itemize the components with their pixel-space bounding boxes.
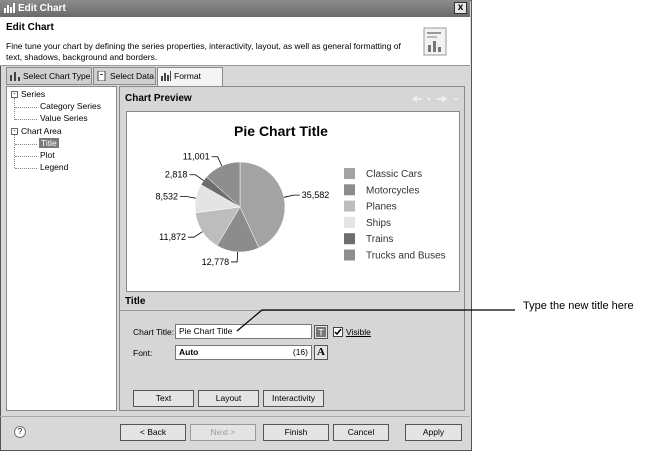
tab-label: Select Data — [110, 71, 154, 81]
data-label: 35,582 — [302, 190, 330, 200]
tree-item-legend[interactable]: Legend — [40, 162, 68, 172]
chart-preview-heading: Chart Preview — [125, 93, 192, 104]
layout-button[interactable]: Layout — [198, 390, 259, 407]
data-label: 11,872 — [159, 232, 186, 242]
tab-label: Select Chart Type — [23, 71, 91, 81]
tree-connector — [15, 107, 37, 108]
tab-select-data[interactable]: Select Data — [93, 67, 156, 85]
font-name: Auto — [179, 347, 199, 357]
tree-item-plot[interactable]: Plot — [40, 150, 55, 160]
leader-line — [231, 251, 239, 263]
data-label: 8,532 — [156, 191, 179, 201]
legend-entry: Trains — [366, 234, 393, 245]
leader-line — [180, 195, 196, 199]
collapse-icon[interactable]: - — [11, 91, 18, 98]
tab-select-chart-type[interactable]: Select Chart Type — [6, 67, 92, 85]
text-button[interactable]: Text — [133, 390, 194, 407]
tree-connector — [14, 135, 15, 168]
tree-item-title-label: Title — [39, 138, 59, 148]
tree-item-value-series[interactable]: Value Series — [40, 113, 88, 123]
font-button[interactable]: A — [314, 345, 328, 360]
legend-swatch — [344, 184, 355, 196]
tree-connector — [15, 144, 37, 145]
legend-swatch — [344, 233, 355, 245]
visible-checkbox[interactable] — [333, 327, 343, 337]
svg-text:T: T — [317, 329, 324, 339]
window-title: Edit Chart — [18, 3, 66, 14]
data-label: 11,001 — [183, 152, 210, 162]
format-tree[interactable]: - Series Category Series Value Series - … — [6, 86, 117, 411]
legend-entry: Classic Cars — [366, 169, 422, 180]
leader-line — [188, 231, 203, 238]
collapse-icon[interactable]: - — [11, 128, 18, 135]
close-button[interactable]: x — [454, 2, 467, 14]
tab-format-chart[interactable]: Format Chart — [157, 67, 223, 97]
tree-item-chart-area[interactable]: Chart Area — [21, 126, 62, 136]
tree-item-category-series[interactable]: Category Series — [40, 101, 101, 111]
next-button[interactable]: Next > — [190, 424, 256, 441]
forward-arrow-icon — [437, 95, 447, 103]
tree-connector — [15, 119, 37, 120]
tree-item-title[interactable]: Title — [39, 138, 59, 148]
format-chart-icon — [161, 71, 171, 81]
title-bar[interactable]: Edit Chart x — [0, 0, 470, 17]
legend-entry: Motorcycles — [366, 185, 419, 196]
dialog-header: Edit Chart Fine tune your chart by defin… — [0, 17, 470, 66]
data-label: 2,818 — [165, 170, 188, 180]
chart-type-icon — [10, 72, 20, 81]
leader-line — [211, 156, 223, 167]
interactivity-button[interactable]: Interactivity — [263, 390, 324, 407]
apply-button[interactable]: Apply — [405, 424, 462, 441]
tree-item-series[interactable]: Series — [21, 89, 45, 99]
header-description: Fine tune your chart by defining the ser… — [6, 41, 401, 62]
font-size: (16) — [292, 347, 308, 357]
data-icon — [97, 71, 106, 81]
divider — [120, 310, 464, 311]
title-expression-button[interactable]: T — [314, 325, 328, 339]
header-title: Edit Chart — [6, 22, 54, 33]
font-field[interactable]: Auto (16) — [175, 345, 312, 360]
chart-title-label: Chart Title: — [133, 327, 175, 337]
legend-entry: Trucks and Buses — [366, 251, 446, 262]
legend-swatch — [344, 216, 355, 228]
report-icon — [423, 27, 447, 56]
navigation-arrows — [412, 95, 458, 103]
chart-preview: Pie Chart Title 35,582 12,778 11,872 8,532 2,… — [126, 111, 460, 292]
chart-title: Pie Chart Title — [234, 123, 328, 139]
legend-swatch — [344, 200, 355, 212]
tree-connector — [15, 156, 37, 157]
leader-line — [189, 174, 204, 181]
legend-swatch — [344, 168, 355, 179]
help-icon[interactable]: ? — [14, 426, 26, 438]
cancel-button[interactable]: Cancel — [333, 424, 389, 441]
finish-button[interactable]: Finish — [263, 424, 329, 441]
back-button[interactable]: < Back — [120, 424, 186, 441]
tree-connector — [15, 168, 37, 169]
chart-icon — [4, 3, 15, 13]
expression-icon: T — [316, 327, 326, 339]
legend-entry: Ships — [366, 218, 391, 229]
back-arrow-icon — [412, 95, 422, 103]
tree-connector — [14, 98, 15, 120]
check-icon — [334, 328, 342, 336]
visible-label: Visible — [346, 327, 371, 337]
legend-entry: Planes — [366, 202, 397, 213]
title-section-heading: Title — [125, 296, 146, 307]
chart-title-input[interactable]: Pie Chart Title — [175, 324, 312, 339]
legend-swatch — [344, 249, 355, 261]
font-label: Font: — [133, 348, 153, 358]
pie-chart: Pie Chart Title 35,582 12,778 11,872 8,532 2,… — [156, 123, 446, 267]
callout-text: Type the new title here — [523, 300, 634, 312]
data-label: 12,778 — [202, 257, 230, 267]
leader-line — [283, 194, 300, 198]
